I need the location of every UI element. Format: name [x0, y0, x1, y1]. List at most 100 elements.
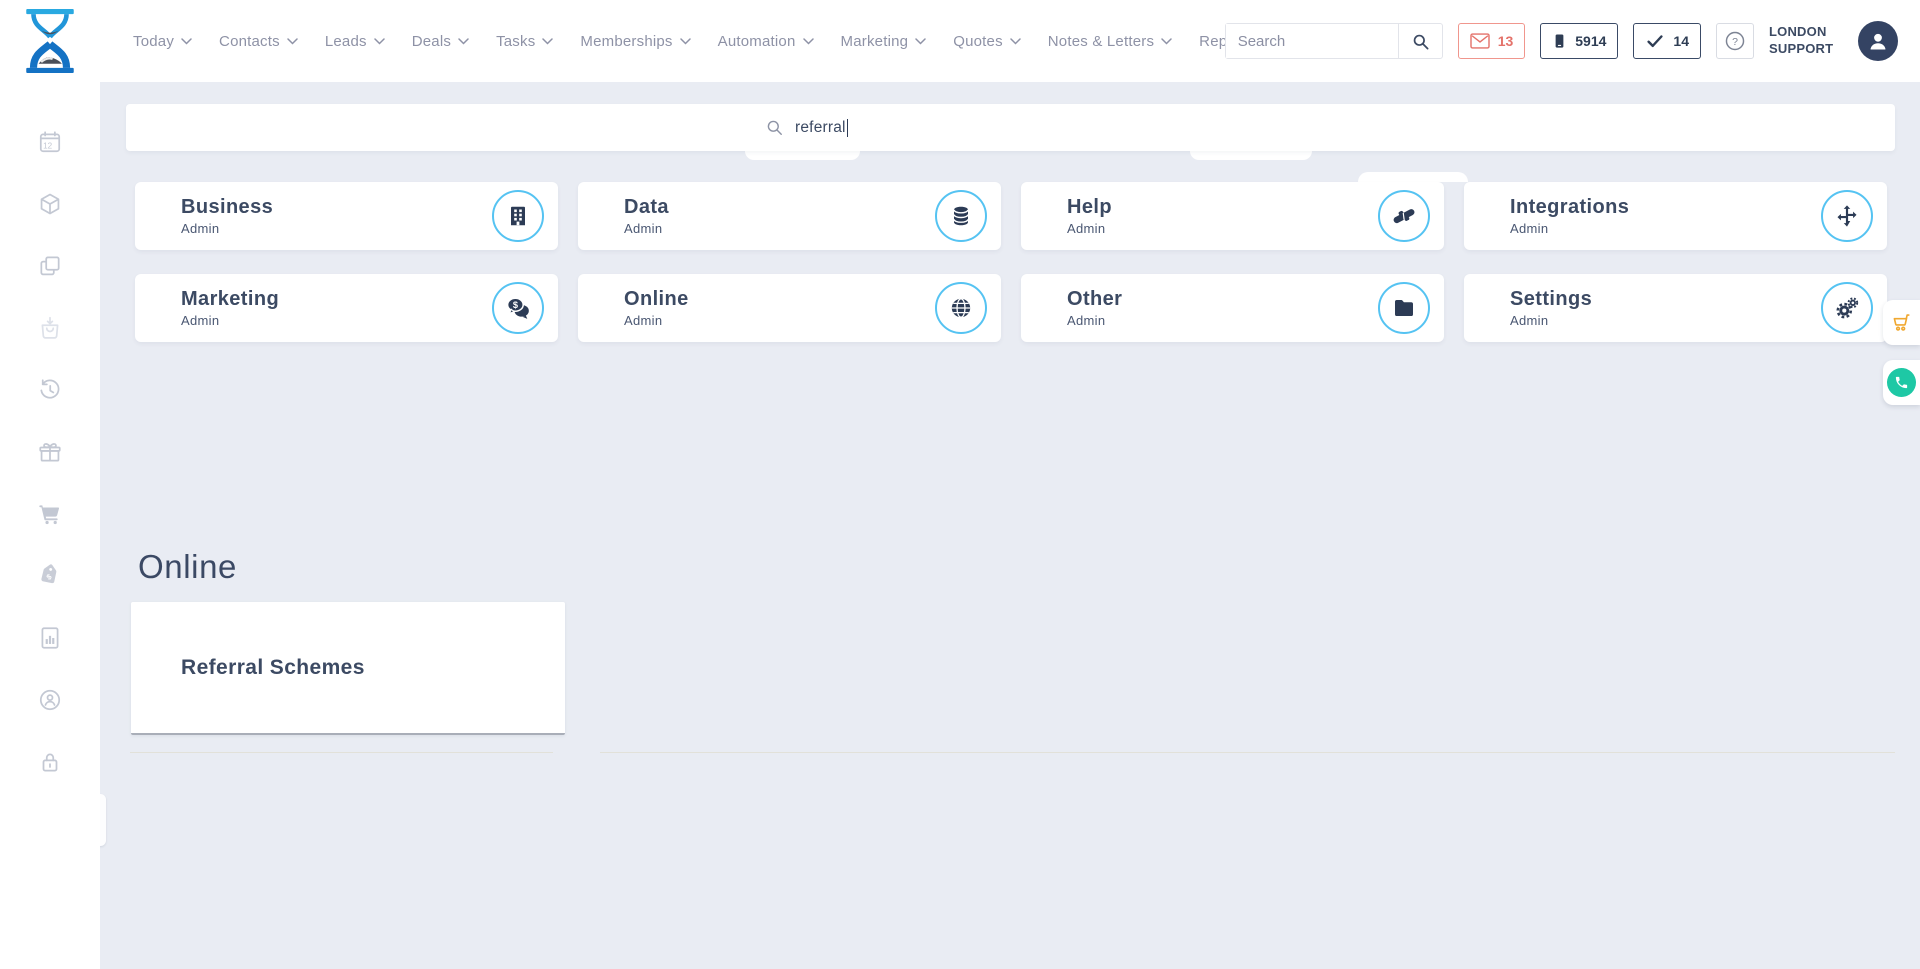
globe-icon [935, 282, 987, 334]
nav-leads[interactable]: Leads [325, 33, 385, 50]
gift-icon [37, 439, 63, 465]
clone-icon [37, 253, 63, 279]
card-subtitle: Admin [1510, 313, 1592, 328]
calendar-day-label: 12 [43, 141, 53, 150]
card-business-admin[interactable]: Business Admin [135, 182, 558, 250]
main-nav: Today Contacts Leads Deals Tasks Members… [133, 0, 1331, 82]
nav-tasks[interactable]: Tasks [496, 33, 553, 50]
chevron-down-icon [803, 38, 814, 45]
card-integrations-admin[interactable]: Integrations Admin [1464, 182, 1887, 250]
cart-icon [1890, 311, 1913, 334]
envelope-icon [1470, 33, 1490, 49]
admin-search-value: referral [795, 119, 846, 137]
sidebar-item-user-sync[interactable] [37, 687, 63, 713]
sidebar-item-security[interactable] [37, 749, 63, 775]
chevron-down-icon [181, 38, 192, 45]
card-title: Help [1067, 196, 1112, 219]
nav-today[interactable]: Today [133, 33, 192, 50]
question-circle-icon: ? [1724, 30, 1746, 52]
cube-icon [37, 191, 63, 217]
dropdown-shadow [1358, 172, 1468, 182]
tasks-badge[interactable]: 14 [1633, 23, 1701, 59]
nav-contacts[interactable]: Contacts [219, 33, 298, 50]
scroll-handle[interactable] [100, 794, 106, 846]
chevron-down-icon [542, 38, 553, 45]
phone-float-button[interactable] [1883, 360, 1920, 405]
nav-today-label: Today [133, 33, 174, 50]
card-title: Online [624, 288, 689, 311]
building-icon [492, 190, 544, 242]
nav-automation-label: Automation [718, 33, 796, 50]
nav-quotes-label: Quotes [953, 33, 1003, 50]
chevron-down-icon [287, 38, 298, 45]
sidebar-item-history[interactable] [37, 377, 63, 403]
sidebar-item-pricing[interactable]: $ [37, 563, 63, 589]
card-text: Settings Admin [1510, 288, 1592, 328]
sidebar-item-calendar[interactable]: 12 [37, 129, 63, 155]
result-referral-schemes[interactable]: Referral Schemes [131, 602, 565, 735]
sidebar: 12 [0, 82, 100, 969]
messages-count: 13 [1498, 33, 1514, 49]
header-search-button[interactable] [1398, 24, 1442, 58]
card-data-admin[interactable]: Data Admin [578, 182, 1001, 250]
admin-search-bar[interactable]: referral [126, 104, 1895, 151]
nav-quotes[interactable]: Quotes [953, 33, 1021, 50]
sidebar-item-reports[interactable] [37, 625, 63, 651]
card-subtitle: Admin [624, 313, 689, 328]
avatar[interactable] [1858, 21, 1898, 61]
card-settings-admin[interactable]: Settings Admin [1464, 274, 1887, 342]
phone-count: 5914 [1575, 33, 1606, 49]
sidebar-item-pos[interactable] [37, 501, 63, 527]
phone-icon [1887, 368, 1916, 397]
help-button[interactable]: ? [1716, 23, 1754, 59]
checkmark-icon [1645, 32, 1665, 50]
header-search-input[interactable] [1226, 24, 1398, 58]
sidebar-item-rewards[interactable] [37, 439, 63, 465]
sidebar-item-products[interactable] [37, 191, 63, 217]
phone-badge[interactable]: 5914 [1540, 23, 1618, 59]
dollar-glyph: $ [513, 300, 518, 310]
card-subtitle: Admin [181, 313, 279, 328]
header-search [1225, 23, 1443, 59]
card-title: Other [1067, 288, 1122, 311]
hourglass-logo[interactable] [24, 9, 76, 73]
cart-float-button[interactable] [1883, 300, 1920, 345]
card-online-admin[interactable]: Online Admin [578, 274, 1001, 342]
card-subtitle: Admin [1510, 221, 1629, 236]
chevron-down-icon [374, 38, 385, 45]
history-icon [37, 377, 63, 403]
card-title: Marketing [181, 288, 279, 311]
main-content: referral Business Admin [100, 82, 1920, 969]
header-actions: 13 5914 14 ? LONDON SUPPORT [1225, 0, 1898, 82]
card-title: Integrations [1510, 196, 1629, 219]
lock-icon [37, 749, 63, 775]
header: Today Contacts Leads Deals Tasks Members… [0, 0, 1920, 82]
nav-notes-letters[interactable]: Notes & Letters [1048, 33, 1172, 50]
nav-deals-label: Deals [412, 33, 451, 50]
sidebar-item-duplicates[interactable] [37, 253, 63, 279]
dropdown-shadow [745, 151, 860, 160]
nav-contacts-label: Contacts [219, 33, 280, 50]
card-subtitle: Admin [181, 221, 273, 236]
report-document-icon [37, 625, 63, 651]
admin-search-query: referral [795, 104, 848, 151]
nav-deals[interactable]: Deals [412, 33, 469, 50]
card-marketing-admin[interactable]: Marketing Admin $ [135, 274, 558, 342]
card-other-admin[interactable]: Other Admin [1021, 274, 1444, 342]
nav-memberships[interactable]: Memberships [580, 33, 690, 50]
user-name: LONDON SUPPORT [1769, 24, 1843, 58]
card-help-admin[interactable]: Help Admin [1021, 182, 1444, 250]
sidebar-item-orders[interactable] [37, 315, 63, 341]
card-title: Data [624, 196, 669, 219]
nav-marketing-label: Marketing [841, 33, 909, 50]
section-divider [600, 752, 1895, 753]
messages-badge[interactable]: 13 [1458, 23, 1526, 59]
nav-marketing[interactable]: Marketing [841, 33, 927, 50]
nav-automation[interactable]: Automation [718, 33, 814, 50]
card-text: Business Admin [181, 196, 273, 236]
chevron-down-icon [1161, 38, 1172, 45]
chevron-down-icon [680, 38, 691, 45]
nav-leads-label: Leads [325, 33, 367, 50]
database-icon [935, 190, 987, 242]
price-tag-icon: $ [37, 563, 63, 589]
